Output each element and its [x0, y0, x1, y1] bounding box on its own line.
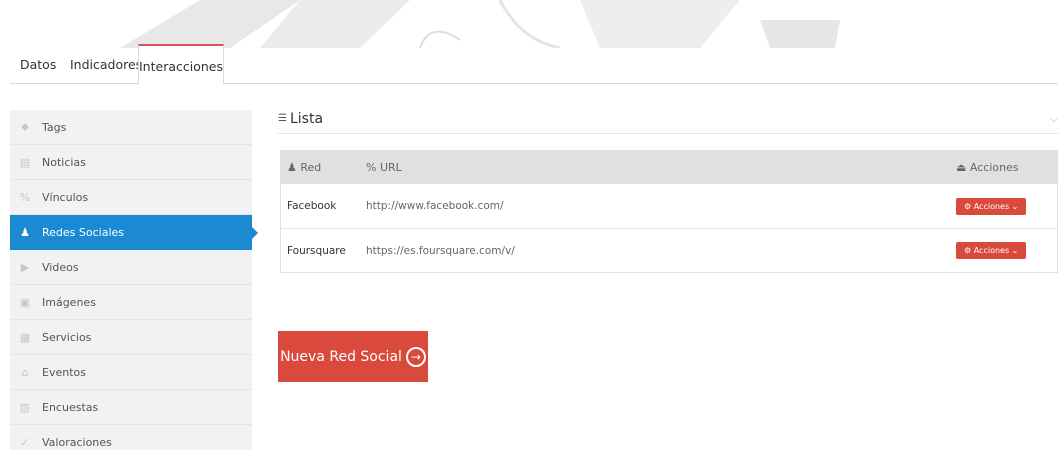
- newspaper-icon: ▤: [19, 155, 31, 169]
- chevron-down-icon: ⌄: [1011, 246, 1019, 255]
- cell-url: http://www.facebook.com/: [366, 200, 504, 212]
- sidebar-item-valoraciones[interactable]: ✓ Valoraciones: [10, 425, 252, 450]
- sidebar-item-eventos[interactable]: ⌂ Eventos: [10, 355, 252, 390]
- sidebar-item-label: Servicios: [42, 330, 92, 344]
- sidebar-item-label: Encuestas: [42, 400, 99, 414]
- chart-icon: ▦: [19, 330, 31, 344]
- main-content: ☰ Lista ⌵ ♟ Red % URL ⏏ Acciones Faceboo…: [278, 104, 1058, 273]
- tab-interacciones[interactable]: Interacciones: [138, 44, 224, 85]
- image-icon: ▣: [19, 295, 31, 309]
- sidebar-item-label: Eventos: [42, 365, 86, 379]
- list-icon: ▥: [19, 400, 31, 414]
- gear-icon: ⚙: [964, 246, 972, 255]
- tab-bar: Datos Indicadores Interacciones: [10, 44, 1058, 85]
- cell-red: Foursquare: [287, 244, 346, 257]
- column-header-red: ♟ Red: [287, 161, 322, 174]
- user-icon: ♟: [287, 161, 297, 174]
- calendar-icon: ⌂: [21, 365, 29, 379]
- link-icon: %: [366, 161, 377, 174]
- tag-icon: ⬥: [21, 120, 29, 133]
- sidebar-item-label: Redes Sociales: [42, 225, 125, 239]
- chevron-down-icon: ⌄: [1011, 201, 1019, 211]
- new-button-label: Nueva Red Social: [280, 348, 402, 365]
- social-networks-table: ♟ Red % URL ⏏ Acciones Facebook http://w…: [280, 150, 1058, 273]
- column-header-url: % URL: [366, 161, 402, 174]
- sidebar-item-label: Tags: [42, 120, 67, 134]
- acciones-dropdown-button[interactable]: ⚙ Acciones ⌄: [956, 242, 1027, 259]
- user-icon: ♟: [20, 225, 30, 239]
- sidebar-item-videos[interactable]: ▶ Videos: [10, 250, 252, 285]
- sidebar-item-noticias[interactable]: ▤ Noticias: [10, 145, 252, 180]
- table-row: Foursquare https://es.foursquare.com/v/ …: [281, 228, 1057, 272]
- link-icon: %: [19, 190, 31, 204]
- sidebar-item-tags[interactable]: ⬥ Tags: [10, 110, 252, 145]
- new-social-network-button[interactable]: Nueva Red Social →: [278, 331, 428, 382]
- sidebar: ⬥ Tags ▤ Noticias % Vínculos ♟ Redes Soc…: [10, 110, 258, 450]
- list-title: Lista: [289, 110, 324, 127]
- cell-url: https://es.foursquare.com/v/: [366, 244, 515, 257]
- sidebar-item-redes-sociales[interactable]: ♟ Redes Sociales: [10, 215, 258, 250]
- list-panel-header: ☰ Lista ⌵: [278, 104, 1058, 134]
- tab-datos[interactable]: Datos: [20, 44, 56, 84]
- gear-icon: ⚙: [964, 201, 972, 211]
- sidebar-item-encuestas[interactable]: ▥ Encuestas: [10, 390, 252, 425]
- table-row: Facebook http://www.facebook.com/ ⚙ Acci…: [281, 184, 1057, 228]
- sidebar-item-label: Videos: [42, 260, 79, 274]
- column-header-acciones: ⏏ Acciones: [956, 161, 1019, 174]
- sidebar-item-label: Valoraciones: [42, 435, 112, 449]
- sidebar-item-imagenes[interactable]: ▣ Imágenes: [10, 285, 252, 320]
- check-icon: ✓: [20, 435, 30, 449]
- sidebar-item-label: Noticias: [42, 155, 86, 169]
- list-icon: ☰: [278, 113, 287, 124]
- play-icon: ▶: [20, 260, 30, 274]
- arrow-right-circle-icon: →: [405, 346, 426, 367]
- sidebar-item-label: Vínculos: [42, 190, 89, 204]
- sidebar-item-servicios[interactable]: ▦ Servicios: [10, 320, 252, 355]
- sidebar-item-label: Imágenes: [42, 295, 96, 309]
- cell-red: Facebook: [287, 200, 337, 212]
- chevron-down-icon[interactable]: ⌵: [1050, 112, 1058, 126]
- cell-acciones: ⚙ Acciones ⌄: [956, 197, 1056, 215]
- cell-acciones: ⚙ Acciones ⌄: [956, 242, 1056, 259]
- header-watermark: [0, 0, 1058, 48]
- tab-indicadores[interactable]: Indicadores: [70, 44, 142, 84]
- eject-icon: ⏏: [956, 161, 967, 174]
- table-header: ♟ Red % URL ⏏ Acciones: [281, 151, 1057, 184]
- sidebar-item-vinculos[interactable]: % Vínculos: [10, 180, 252, 215]
- acciones-dropdown-button[interactable]: ⚙ Acciones ⌄: [956, 197, 1027, 215]
